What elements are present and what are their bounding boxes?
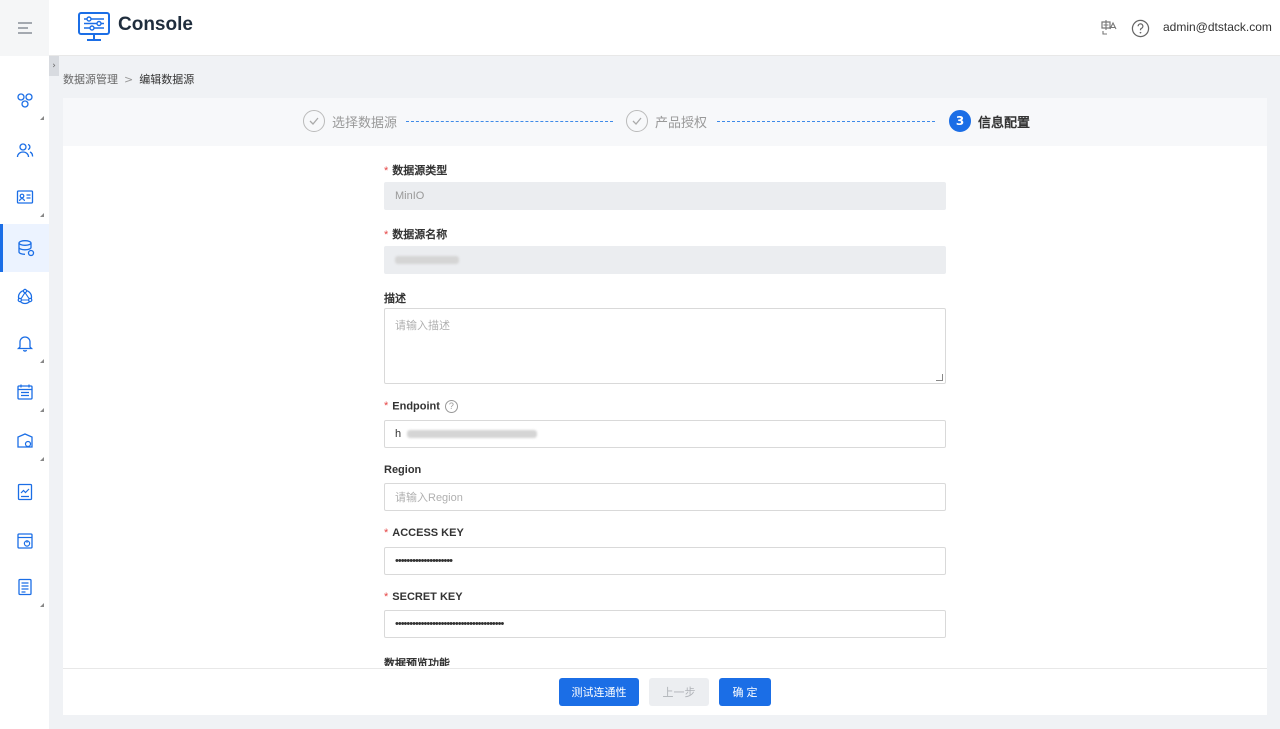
- window-power-icon: [16, 533, 33, 549]
- name-label: * 数据源名称: [384, 229, 448, 241]
- form-footer: 测试连通性 上一步 确 定: [63, 668, 1267, 715]
- menu-icon[interactable]: [0, 0, 49, 56]
- cluster-icon: [16, 93, 33, 108]
- step-label: 产品授权: [655, 115, 708, 131]
- language-icon[interactable]: [1100, 19, 1118, 37]
- confirm-button[interactable]: 确 定: [719, 678, 771, 706]
- step-label: 信息配置: [978, 115, 1031, 131]
- app-title: Console: [118, 14, 193, 35]
- prev-step-button[interactable]: 上一步: [649, 678, 709, 706]
- step-product-auth: 产品授权: [626, 110, 707, 132]
- description-textarea[interactable]: 请输入描述: [384, 308, 946, 384]
- endpoint-input[interactable]: h: [384, 420, 946, 448]
- sidebar-item-monitor[interactable]: [0, 517, 49, 565]
- resize-handle-icon[interactable]: [936, 374, 943, 381]
- secret-key-label: * SECRET KEY: [384, 591, 463, 603]
- secret-key-input[interactable]: ••••••••••••••••••••••••••••••••••••••: [384, 610, 946, 638]
- blurred-value: [395, 256, 459, 264]
- step-connector: [406, 121, 613, 122]
- test-connection-button[interactable]: 测试连通性: [559, 678, 639, 706]
- bell-icon: [16, 336, 33, 352]
- sidebar-item-reports[interactable]: [0, 468, 49, 516]
- users-icon: [16, 143, 33, 158]
- sidebar-item-users[interactable]: [0, 126, 49, 174]
- region-label: Region: [384, 464, 422, 476]
- type-label: * 数据源类型: [384, 165, 448, 177]
- database-icon: [18, 240, 35, 257]
- id-card-icon: [16, 190, 33, 204]
- endpoint-value: h: [395, 428, 402, 440]
- step-select-datasource: 选择数据源: [303, 110, 397, 132]
- endpoint-help-icon[interactable]: ?: [444, 400, 458, 413]
- calendar-list-icon: [16, 384, 33, 400]
- step-number: 3: [949, 110, 971, 132]
- sidebar-item-logs[interactable]: [0, 563, 49, 611]
- desc-label: 描述: [384, 293, 406, 305]
- endpoint-label: * Endpoint?: [384, 400, 458, 413]
- console-logo-icon[interactable]: [78, 12, 110, 42]
- help-circle-icon[interactable]: [1131, 19, 1150, 38]
- check-icon: [626, 110, 648, 132]
- step-connector: [717, 121, 935, 122]
- datasource-name-field: [384, 246, 946, 274]
- sidebar-item-cluster[interactable]: [0, 76, 49, 124]
- network-icon: [17, 288, 32, 305]
- folder-settings-icon: [16, 433, 33, 448]
- top-header: Console admin@dtstack.com: [0, 0, 1280, 56]
- blurred-value: [407, 430, 538, 438]
- breadcrumb-separator: >: [124, 72, 134, 86]
- steps-bar: 选择数据源 产品授权 3 信息配置: [63, 98, 1267, 146]
- step-info-config: 3 信息配置: [949, 110, 1030, 132]
- sidebar-item-network[interactable]: [0, 273, 49, 321]
- description-placeholder: 请输入描述: [395, 319, 450, 332]
- sidebar-item-resources[interactable]: [0, 417, 49, 465]
- sidebar-item-schedule[interactable]: [0, 368, 49, 416]
- datasource-form: * 数据源类型 MinIO * 数据源名称 描述 请输入描述 * Endpoint? …: [384, 146, 946, 666]
- breadcrumb: 数据源管理 > 编辑数据源: [63, 71, 194, 87]
- user-account[interactable]: admin@dtstack.com: [1163, 20, 1272, 34]
- sidebar-item-alerts[interactable]: [0, 319, 49, 367]
- preview-label: 数据预览功能: [384, 658, 450, 666]
- document-list-icon: [17, 578, 32, 596]
- step-label: 选择数据源: [332, 115, 398, 131]
- sidebar-item-identity[interactable]: [0, 173, 49, 221]
- region-input[interactable]: 请输入Region: [384, 483, 946, 511]
- access-key-label: * ACCESS KEY: [384, 527, 464, 539]
- access-key-input[interactable]: ••••••••••••••••••••: [384, 547, 946, 575]
- datasource-type-field: MinIO: [384, 182, 946, 210]
- sidebar-collapse-toggle[interactable]: ›: [49, 56, 59, 76]
- report-chart-icon: [17, 483, 32, 501]
- check-icon: [303, 110, 325, 132]
- breadcrumb-parent[interactable]: 数据源管理: [63, 71, 118, 87]
- sidebar-item-datasource[interactable]: [0, 224, 49, 272]
- edit-datasource-card: 选择数据源 产品授权 3 信息配置 * 数据源类型 MinIO * 数据源名称 描述…: [63, 98, 1267, 715]
- sidebar: [0, 56, 49, 729]
- breadcrumb-current: 编辑数据源: [139, 73, 195, 86]
